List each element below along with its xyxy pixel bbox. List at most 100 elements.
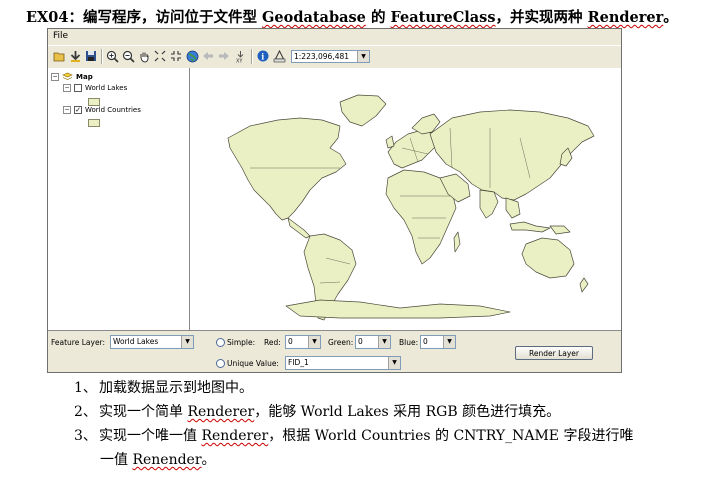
green-combo[interactable]: 0 ▼ xyxy=(355,335,391,349)
app-window: File XY i 1:223,096,481 ▼ − Map − World … xyxy=(47,28,622,373)
list-item-text: 加载数据显示到地图中。 xyxy=(99,380,253,396)
heading-text-a: 编写程序，访问位于文件型 xyxy=(82,9,257,26)
heading-text-c: ，并实现两种 xyxy=(495,9,583,26)
collapse-icon[interactable]: − xyxy=(63,106,71,114)
simple-radio[interactable] xyxy=(216,338,225,347)
map-view[interactable] xyxy=(190,68,621,331)
feature-layer-label: Feature Layer: xyxy=(51,338,106,347)
toc-layer-world-lakes[interactable]: − World Lakes xyxy=(63,84,127,92)
measure-icon[interactable] xyxy=(272,49,286,63)
green-value: 0 xyxy=(358,337,363,346)
fixed-zoom-out-icon[interactable] xyxy=(169,49,183,63)
chevron-down-icon[interactable]: ▼ xyxy=(443,336,455,348)
layer-symbol-swatch[interactable] xyxy=(88,98,100,106)
task-list: 1、 加载数据显示到地图中。 2、 实现一个简单 Renderer，能够 World… xyxy=(74,376,633,472)
heading-keyword-featureclass: FeatureClass xyxy=(390,9,496,26)
chevron-down-icon[interactable]: ▼ xyxy=(181,336,193,348)
red-label: Red: xyxy=(264,338,281,347)
forward-icon[interactable] xyxy=(217,49,231,63)
map-greenland xyxy=(339,94,387,127)
list-item-number: 2、 xyxy=(74,404,97,420)
toc-map-label: Map xyxy=(76,72,93,81)
menu-file[interactable]: File xyxy=(53,31,68,41)
unique-field-combo[interactable]: FID_1 ▼ xyxy=(285,356,401,370)
collapse-icon[interactable]: − xyxy=(51,72,59,81)
exercise-label: EX04： xyxy=(26,9,83,26)
identify-icon[interactable]: i xyxy=(256,49,270,63)
red-combo[interactable]: 0 ▼ xyxy=(285,335,321,349)
map-central-america xyxy=(287,217,311,239)
map-australia xyxy=(521,237,575,279)
blue-combo[interactable]: 0 ▼ xyxy=(420,335,456,349)
heading-keyword-renderer: Renderer xyxy=(587,9,664,26)
back-icon[interactable] xyxy=(201,49,215,63)
toc-map-root[interactable]: − Map xyxy=(51,72,93,81)
heading-text-b: 的 xyxy=(370,9,386,26)
toolbar-separator xyxy=(101,49,103,64)
layer-visibility-checkbox[interactable] xyxy=(74,84,82,92)
map-indonesia xyxy=(509,221,551,233)
map-antarctica xyxy=(285,299,511,319)
toc-layer-label: World Countries xyxy=(85,106,141,114)
full-extent-icon[interactable] xyxy=(185,49,199,63)
fixed-zoom-in-icon[interactable] xyxy=(153,49,167,63)
feature-layer-value: World Lakes xyxy=(113,337,159,346)
chevron-down-icon[interactable]: ▼ xyxy=(388,357,400,369)
feature-layer-combo[interactable]: World Lakes ▼ xyxy=(110,335,194,349)
blue-label: Blue: xyxy=(399,338,419,347)
menu-bar: File xyxy=(48,29,621,45)
chevron-down-icon[interactable]: ▼ xyxy=(308,336,320,348)
blue-value: 0 xyxy=(423,337,428,346)
layer-visibility-checkbox[interactable]: ✓ xyxy=(74,106,82,114)
collapse-icon[interactable]: − xyxy=(63,84,71,92)
green-label: Green: xyxy=(328,338,354,347)
list-item: 2、 实现一个简单 Renderer，能够 World Lakes 采用 RGB … xyxy=(74,400,633,424)
add-data-icon[interactable] xyxy=(68,49,82,63)
map-british-isles xyxy=(385,135,395,149)
red-value: 0 xyxy=(288,337,293,346)
list-item: 1、 加载数据显示到地图中。 xyxy=(74,376,633,400)
list-item-text: ，能够 World Lakes 采用 RGB 颜色进行填充。 xyxy=(254,404,561,420)
toc-layer-world-countries[interactable]: − ✓ World Countries xyxy=(63,106,141,114)
save-icon[interactable] xyxy=(84,49,98,63)
simple-label: Simple: xyxy=(227,338,256,347)
list-item-text: 实现一个唯一值 xyxy=(99,428,197,444)
list-item-number: 1、 xyxy=(74,380,97,396)
list-item-text: 一值 xyxy=(100,452,128,468)
map-new-zealand xyxy=(579,277,589,293)
map-scale-combo[interactable]: 1:223,096,481 ▼ xyxy=(291,50,370,63)
chevron-down-icon[interactable]: ▼ xyxy=(357,51,369,62)
unique-value-label: Unique Value: xyxy=(227,359,279,368)
list-item-number: 3、 xyxy=(74,428,97,444)
map-india xyxy=(479,189,499,219)
map-southeast-asia xyxy=(505,197,521,219)
open-icon[interactable] xyxy=(52,49,66,63)
map-new-guinea xyxy=(549,225,571,235)
layer-symbol-swatch[interactable] xyxy=(88,119,100,127)
list-item-text: 。 xyxy=(201,452,216,468)
map-north-america xyxy=(227,117,347,221)
svg-text:i: i xyxy=(261,52,264,62)
world-map xyxy=(227,94,595,321)
renderer-panel: Feature Layer: World Lakes ▼ Simple: Red… xyxy=(48,331,621,373)
heading-keyword-geodatabase: Geodatabase xyxy=(262,9,366,26)
map-scale-value: 1:223,096,481 xyxy=(294,52,350,61)
render-layer-button[interactable]: Render Layer xyxy=(515,346,593,360)
zoom-out-icon[interactable] xyxy=(121,49,135,63)
list-item-text: ，根据 World Countries 的 CNTRY_NAME 字段进行唯 xyxy=(268,428,634,444)
list-item-keyword: Renderer xyxy=(201,428,269,444)
heading-text-d: 。 xyxy=(663,9,678,26)
pan-icon[interactable] xyxy=(137,49,151,63)
svg-text:XY: XY xyxy=(236,58,243,63)
map-madagascar xyxy=(453,231,461,253)
unique-value-radio[interactable] xyxy=(216,359,225,368)
chevron-down-icon[interactable]: ▼ xyxy=(378,336,390,348)
go-to-xy-icon[interactable]: XY xyxy=(233,49,247,63)
zoom-in-icon[interactable] xyxy=(105,49,119,63)
toolbar-separator xyxy=(251,49,253,64)
toc-layer-label: World Lakes xyxy=(85,84,128,92)
list-item-keyword: Renender xyxy=(132,452,202,468)
unique-field-value: FID_1 xyxy=(288,358,309,367)
list-item: 3、 实现一个唯一值 Renderer，根据 World Countries 的 … xyxy=(74,424,633,448)
list-item-text: 实现一个简单 xyxy=(99,404,183,420)
